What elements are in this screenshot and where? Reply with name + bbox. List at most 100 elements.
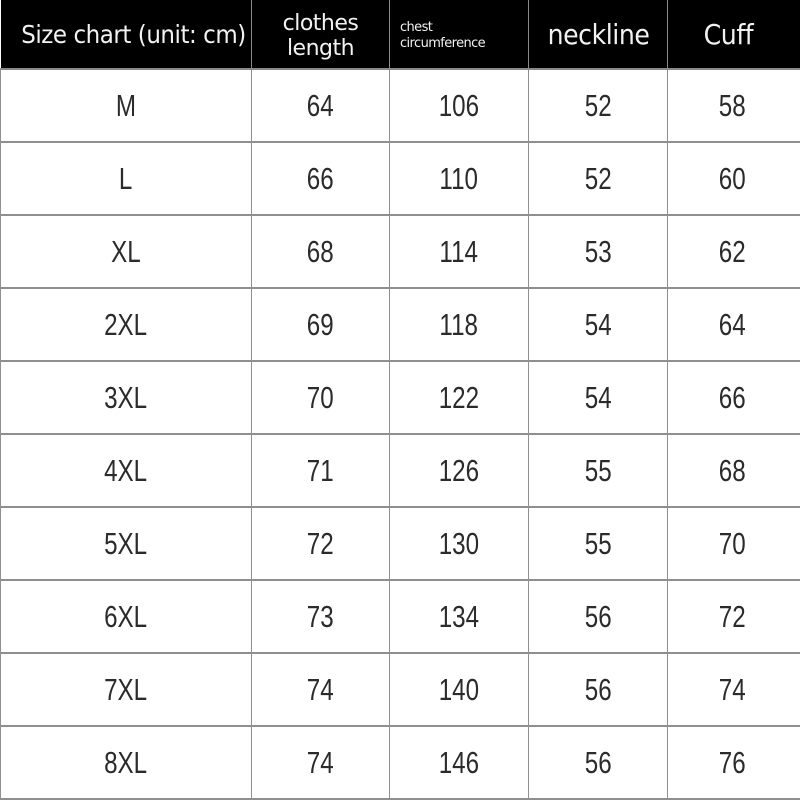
header-clothes-length: clothes length	[251, 0, 390, 70]
table-row: 5XL 72 130 55 70	[0, 507, 800, 581]
cell-size: L	[0, 142, 252, 216]
cell-chest-circumference-value: 130	[438, 525, 480, 561]
cell-chest-circumference-value: 114	[439, 233, 479, 269]
cell-chest-circumference: 114	[389, 215, 529, 289]
cell-clothes-length: 73	[251, 580, 390, 654]
cell-chest-circumference: 110	[389, 142, 529, 216]
cell-clothes-length: 68	[251, 215, 390, 289]
cell-neckline-value: 55	[584, 452, 612, 488]
table-row: 6XL 73 134 56 72	[0, 580, 800, 654]
cell-size: 5XL	[0, 507, 252, 581]
header-cuff: Cuff	[674, 0, 794, 70]
cell-cuff-value: 60	[718, 160, 746, 196]
table-row: 8XL 74 146 56 76	[0, 726, 800, 800]
cell-clothes-length: 74	[251, 653, 390, 727]
cell-chest-circumference: 126	[389, 434, 529, 508]
cell-neckline-value: 53	[584, 233, 612, 269]
table-row: XL 68 114 53 62	[0, 215, 800, 289]
cell-clothes-length: 74	[251, 726, 390, 800]
cell-chest-circumference-value: 106	[438, 87, 480, 123]
cell-clothes-length: 72	[251, 507, 390, 581]
cell-size: M	[0, 69, 252, 143]
cell-size: 4XL	[0, 434, 252, 508]
header-neckline: neckline	[535, 0, 661, 70]
cell-cuff: 70	[667, 507, 800, 581]
table-row: 2XL 69 118 54 64	[0, 288, 800, 362]
cell-clothes-length-value: 64	[307, 87, 334, 123]
cell-size-value: 3XL	[104, 379, 148, 415]
cell-size-value: 8XL	[104, 744, 148, 780]
table-row: M 64 106 52 58	[0, 69, 800, 143]
cell-cuff-value: 70	[718, 525, 746, 561]
cell-neckline: 54	[528, 361, 668, 435]
cell-cuff: 66	[667, 361, 800, 435]
cell-clothes-length-value: 69	[307, 306, 334, 342]
cell-neckline: 55	[528, 507, 668, 581]
cell-size: 7XL	[0, 653, 252, 727]
cell-size: 2XL	[0, 288, 252, 362]
cell-clothes-length: 69	[251, 288, 390, 362]
cell-chest-circumference-value: 140	[438, 671, 480, 707]
cell-size-value: 5XL	[104, 525, 148, 561]
table-row: 7XL 74 140 56 74	[0, 653, 800, 727]
cell-cuff-value: 62	[718, 233, 746, 269]
cell-size-value: 4XL	[104, 452, 148, 488]
cell-clothes-length-value: 74	[307, 671, 334, 707]
cell-neckline: 54	[528, 288, 668, 362]
cell-neckline: 52	[528, 142, 668, 216]
cell-chest-circumference-value: 118	[439, 306, 479, 342]
cell-cuff: 64	[667, 288, 800, 362]
cell-neckline-value: 52	[584, 160, 612, 196]
cell-clothes-length-value: 70	[307, 379, 334, 415]
cell-chest-circumference: 118	[389, 288, 529, 362]
header-size-chart-title: Size chart (unit: cm)	[0, 0, 246, 70]
cell-cuff-value: 74	[718, 671, 746, 707]
cell-clothes-length: 71	[251, 434, 390, 508]
cell-clothes-length: 66	[251, 142, 390, 216]
cell-neckline: 56	[528, 726, 668, 800]
cell-neckline: 56	[528, 580, 668, 654]
cell-clothes-length-value: 68	[307, 233, 334, 269]
cell-neckline-value: 56	[584, 671, 612, 707]
header-chest-line2: circumference	[400, 36, 486, 51]
cell-neckline: 52	[528, 69, 668, 143]
cell-neckline: 53	[528, 215, 668, 289]
cell-cuff-value: 72	[718, 598, 746, 634]
cell-cuff-value: 76	[718, 744, 746, 780]
cell-cuff: 58	[667, 69, 800, 143]
cell-chest-circumference: 134	[389, 580, 529, 654]
cell-cuff-value: 66	[718, 379, 746, 415]
cell-cuff: 72	[667, 580, 800, 654]
cell-chest-circumference: 130	[389, 507, 529, 581]
cell-chest-circumference: 140	[389, 653, 529, 727]
cell-chest-circumference-value: 146	[438, 744, 480, 780]
cell-size-value: L	[119, 160, 133, 196]
cell-chest-circumference-value: 122	[438, 379, 480, 415]
cell-size: 8XL	[0, 726, 252, 800]
cell-cuff-value: 68	[718, 452, 746, 488]
cell-chest-circumference-value: 110	[439, 160, 479, 196]
cell-clothes-length-value: 73	[307, 598, 334, 634]
cell-size: XL	[0, 215, 252, 289]
header-clothes-length-line2: length	[286, 36, 355, 61]
cell-neckline-value: 52	[584, 87, 612, 123]
cell-neckline-value: 54	[584, 306, 612, 342]
cell-clothes-length-value: 66	[307, 160, 334, 196]
cell-size-value: 7XL	[104, 671, 148, 707]
cell-size: 6XL	[0, 580, 252, 654]
table-body: M 64 106 52 58 L 66 110 52 60 XL 68 114 53 62 2XL 69 118 5…	[0, 69, 800, 800]
cell-clothes-length-value: 74	[307, 744, 334, 780]
cell-size-value: 6XL	[104, 598, 148, 634]
cell-clothes-length-value: 71	[307, 452, 334, 488]
cell-size-value: M	[115, 87, 137, 123]
cell-clothes-length-value: 72	[307, 525, 334, 561]
cell-neckline-value: 54	[584, 379, 612, 415]
cell-chest-circumference-value: 126	[438, 452, 480, 488]
cell-neckline-value: 56	[584, 598, 612, 634]
cell-neckline: 55	[528, 434, 668, 508]
table-row: 4XL 71 126 55 68	[0, 434, 800, 508]
cell-cuff-value: 58	[718, 87, 746, 123]
cell-chest-circumference-value: 134	[438, 598, 480, 634]
cell-neckline: 56	[528, 653, 668, 727]
table-header: Size chart (unit: cm) clothes length che…	[0, 0, 800, 70]
